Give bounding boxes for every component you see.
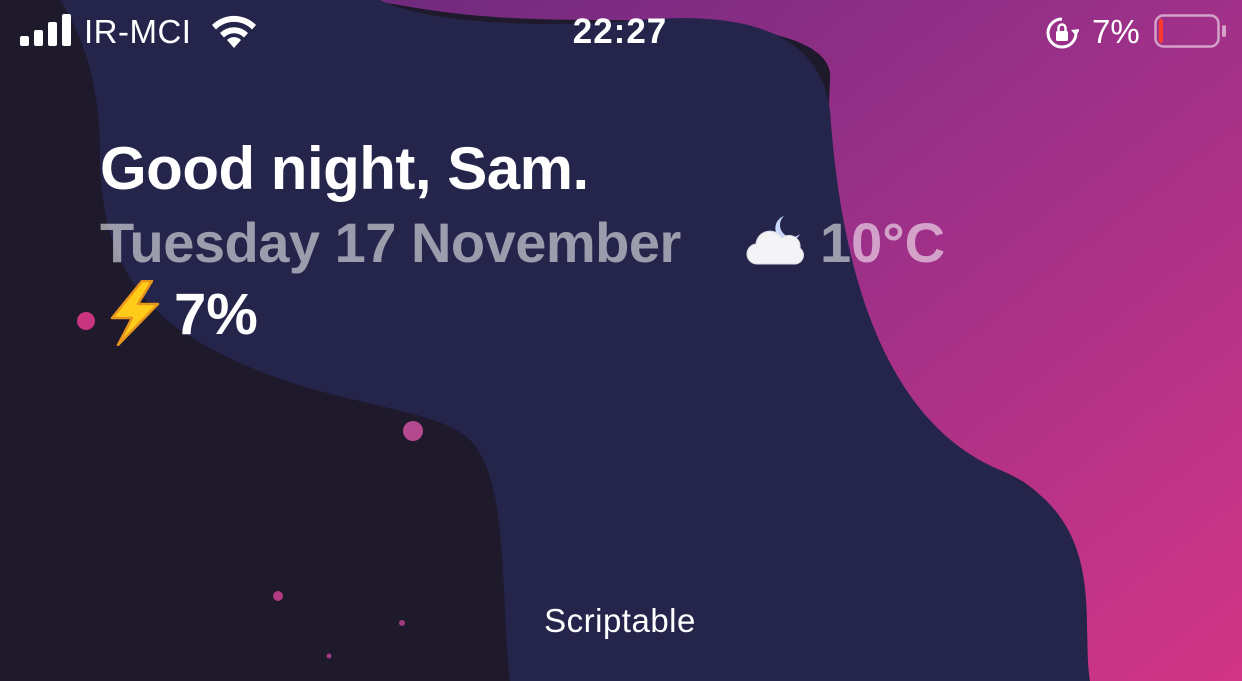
battery-percentage: 7%	[1092, 13, 1140, 50]
decor-dot	[273, 591, 283, 601]
decor-dot	[326, 653, 332, 659]
lightning-bolt-icon	[110, 280, 160, 346]
decor-dot	[403, 421, 423, 441]
status-time: 22:27	[572, 12, 668, 51]
decor-dot	[77, 312, 95, 330]
date-text: Tuesday 17 November	[100, 211, 681, 274]
decor-dot	[399, 620, 405, 626]
battery-fill	[1159, 19, 1163, 43]
home-screen: IR-MCI 22:27 7% Good night, Sam. Tuesday…	[0, 0, 1242, 681]
carrier-name: IR-MCI	[84, 13, 192, 50]
greeting-text: Good night, Sam.	[100, 135, 589, 202]
temperature-text: 10°C	[820, 211, 946, 274]
status-bar: IR-MCI 22:27 7%	[0, 0, 1242, 64]
cloud-moon-icon	[746, 216, 804, 265]
battery-value: 7%	[174, 282, 258, 347]
battery-icon	[1154, 14, 1226, 48]
signal-icon	[20, 14, 71, 46]
widget-caption[interactable]: Scriptable	[470, 600, 770, 642]
wifi-icon	[212, 15, 256, 48]
rotation-lock-icon	[1046, 17, 1079, 49]
